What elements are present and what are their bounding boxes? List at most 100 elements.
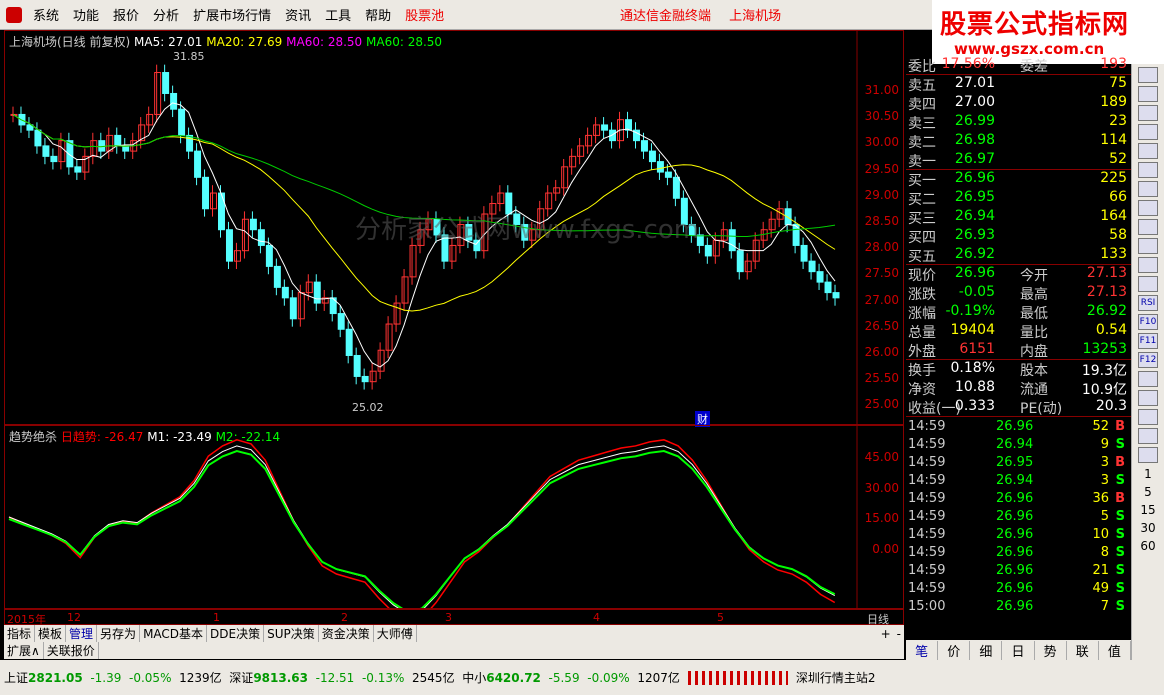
quote-label: 外盘 — [908, 344, 936, 360]
toolbar-tool-icon[interactable] — [1138, 390, 1158, 406]
period-button[interactable]: 1 — [1136, 467, 1160, 481]
candle-body — [625, 119, 632, 131]
zx-index-value: 6420.72 — [486, 670, 541, 685]
quote-label: 卖二 — [908, 135, 936, 151]
quote-value-2: 19.3亿 — [1081, 363, 1127, 379]
divider — [906, 416, 1131, 417]
toolbar-tool-icon[interactable] — [1138, 238, 1158, 254]
toolbar-tool-icon[interactable] — [1138, 162, 1158, 178]
tick-price: 26.96 — [996, 563, 1034, 578]
tab-macd[interactable]: MACD基本 — [140, 625, 208, 642]
tick-row: 15:00 26.96 7 S — [906, 599, 1131, 617]
quote-tab[interactable]: 细 — [970, 640, 1003, 660]
period-button[interactable]: 5 — [1136, 485, 1160, 499]
tab-template[interactable]: 模板 — [35, 625, 67, 642]
toolbar-button[interactable]: RSI — [1138, 295, 1158, 311]
quote-value-2: 52 — [1109, 151, 1127, 167]
menu-tools[interactable]: 工具 — [318, 5, 358, 24]
tick-side: B — [1115, 455, 1125, 470]
toolbar-tool-icon[interactable] — [1138, 371, 1158, 387]
sz-index-pct: -0.13% — [361, 670, 405, 685]
menu-info[interactable]: 资讯 — [278, 5, 318, 24]
tick-volume: 49 — [1092, 581, 1109, 596]
tick-side: B — [1115, 419, 1125, 434]
toolbar-tool-icon[interactable] — [1138, 276, 1158, 292]
quote-row: 涨跌 -0.05 最高 27.13 — [906, 284, 1131, 303]
toolbar-tool-icon[interactable] — [1138, 86, 1158, 102]
indicator-panel[interactable]: 趋势绝杀 日趋势: -26.47 M1: -23.49 M2: -22.14 4… — [4, 425, 904, 609]
date-apr: 4 — [593, 611, 600, 624]
low-price-annotation: 25.02 — [352, 401, 384, 414]
quote-tabs: 笔价细日势联值 — [906, 640, 1131, 660]
menu-quote[interactable]: 报价 — [106, 5, 146, 24]
quote-value: 6151 — [959, 341, 995, 357]
price-tick-label: 29.50 — [864, 161, 899, 176]
quote-tab[interactable]: 联 — [1067, 640, 1099, 660]
toolbar-button[interactable]: F12 — [1138, 352, 1158, 368]
candle-body — [497, 192, 505, 205]
zoom-out-button[interactable]: - — [894, 627, 904, 641]
candle-body — [401, 276, 409, 304]
tick-price: 26.96 — [996, 419, 1034, 434]
tab-sup[interactable]: SUP决策 — [264, 625, 319, 642]
period-button[interactable]: 60 — [1136, 539, 1160, 553]
quote-label-2: 今开 — [1020, 268, 1048, 284]
tab-master[interactable]: 大师傅 — [374, 625, 417, 642]
quote-tab[interactable]: 值 — [1099, 640, 1131, 660]
toolbar-tool-icon[interactable] — [1138, 257, 1158, 273]
toolbar-button[interactable]: F11 — [1138, 333, 1158, 349]
period-button[interactable]: 15 — [1136, 503, 1160, 517]
toolbar-button[interactable]: F10 — [1138, 314, 1158, 330]
toolbar-tool-icon[interactable] — [1138, 143, 1158, 159]
toolbar-tool-icon[interactable] — [1138, 219, 1158, 235]
menu-system[interactable]: 系统 — [26, 5, 66, 24]
zoom-in-button[interactable]: + — [878, 627, 894, 641]
menu-analysis[interactable]: 分析 — [146, 5, 186, 24]
quote-tab[interactable]: 日 — [1002, 640, 1035, 660]
kline-panel[interactable]: 上海机场(日线 前复权) MA5: 27.01 MA20: 27.69 MA60… — [4, 30, 904, 427]
menu-stock-pool[interactable]: 股票池 — [398, 5, 451, 24]
tab-dde[interactable]: DDE决策 — [207, 625, 265, 642]
quote-value: 17.56% — [941, 56, 995, 72]
tick-side: S — [1115, 563, 1125, 578]
toolbar-tool-icon[interactable] — [1138, 181, 1158, 197]
toolbar-tool-icon[interactable] — [1138, 124, 1158, 140]
price-tick-label: 30.00 — [864, 135, 899, 150]
quote-tab[interactable]: 势 — [1035, 640, 1067, 660]
period-button[interactable]: 30 — [1136, 521, 1160, 535]
menu-ext-market[interactable]: 扩展市场行情 — [186, 5, 278, 24]
toolbar-tool-icon[interactable] — [1138, 447, 1158, 463]
tick-price: 26.96 — [996, 527, 1034, 542]
tab-fund[interactable]: 资金决策 — [319, 625, 374, 642]
candle-body — [249, 218, 257, 231]
toolbar-tool-icon[interactable] — [1138, 67, 1158, 83]
server-label[interactable]: 深圳行情主站2 — [796, 669, 876, 686]
indicator-tick-label: 45.00 — [864, 450, 899, 464]
quote-tab[interactable]: 笔 — [906, 640, 939, 660]
quote-label: 买二 — [908, 192, 936, 208]
quote-row: 买三 26.94 164 — [906, 208, 1131, 227]
toolbar-tool-icon[interactable] — [1138, 428, 1158, 444]
quote-value: 0.333 — [954, 398, 995, 414]
toolbar-tool-icon[interactable] — [1138, 200, 1158, 216]
tab-extend[interactable]: 扩展∧ — [4, 642, 44, 659]
candle-body — [728, 229, 736, 252]
quote-tab[interactable]: 价 — [938, 640, 971, 660]
tab-save-as[interactable]: 另存为 — [97, 625, 141, 642]
menu-function[interactable]: 功能 — [66, 5, 106, 24]
tab-indicator[interactable]: 指标 — [4, 625, 36, 642]
indicator-tick-label: 30.00 — [864, 480, 899, 495]
candle-body — [712, 239, 720, 257]
quote-value-2: 23 — [1109, 113, 1127, 129]
candle-body — [369, 370, 377, 383]
quote-label-2: 量比 — [1020, 325, 1048, 341]
tab-related-quote[interactable]: 关联报价 — [44, 642, 99, 659]
menu-help[interactable]: 帮助 — [358, 5, 398, 24]
sz-index-value: 9813.63 — [253, 670, 308, 685]
tab-manage[interactable]: 管理 — [66, 625, 98, 642]
price-tick-label: 28.00 — [864, 240, 899, 255]
quote-row: 买二 26.95 66 — [906, 189, 1131, 208]
toolbar-tool-icon[interactable] — [1138, 105, 1158, 121]
toolbar-tool-icon[interactable] — [1138, 409, 1158, 425]
quote-label: 收益(一) — [908, 401, 961, 417]
